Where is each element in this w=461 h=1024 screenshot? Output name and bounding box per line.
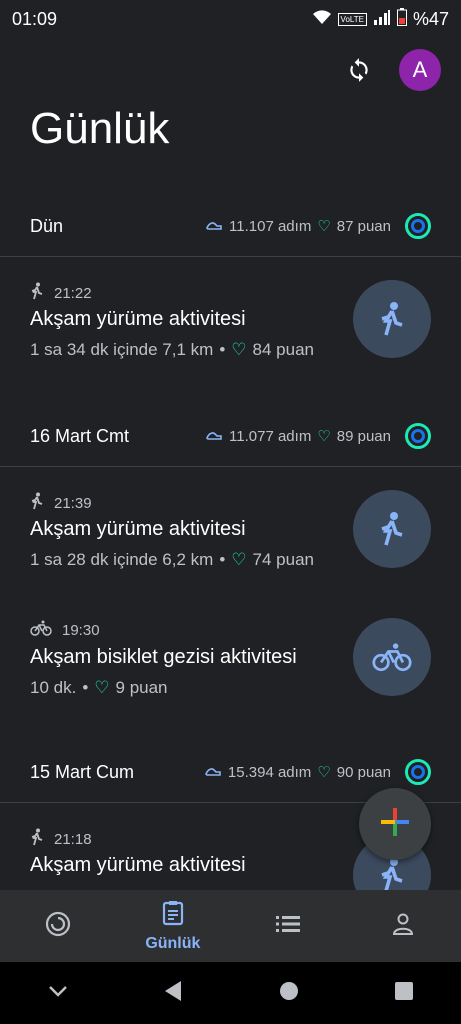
heart-points-icon: ♡ [94,678,110,697]
points-count: 90 puan [336,763,391,781]
goal-ring-icon [405,213,431,239]
recents-icon[interactable] [394,981,414,1006]
activity-points: 9 puan [115,678,168,697]
top-bar: A [337,48,441,92]
bike-icon [30,620,52,640]
walk-activity-icon [353,280,431,358]
heart-points-icon: ♡ [231,550,247,569]
chevron-down-icon[interactable] [47,984,69,1003]
bottom-navigation: Günlük [0,890,461,962]
activity-card[interactable]: 21:39 Akşam yürüme aktivitesi 1 sa 28 dk… [0,490,461,610]
separator-dot: • [219,340,226,359]
nav-journal[interactable]: Günlük [115,890,230,962]
divider [0,256,461,257]
day-header[interactable]: Dün 11.107 adım ♡ 87 puan [0,196,461,256]
activity-time: 21:18 [54,830,92,848]
status-bar: 01:09 VoLTE %47 [0,0,461,38]
battery-icon [396,8,407,31]
activity-time: 21:22 [54,284,92,302]
activity-summary: 1 sa 28 dk içinde 6,2 km [30,550,214,569]
separator-dot: • [82,678,89,697]
system-navigation [0,962,461,1024]
activity-points: 84 puan [252,340,314,359]
wifi-icon [312,9,332,30]
sync-icon[interactable] [337,48,381,92]
divider [0,466,461,467]
day-label: 16 Mart Cmt [30,425,130,446]
page-title: Günlük [30,104,170,153]
day-label: 15 Mart Cum [30,761,135,782]
activity-card[interactable]: 21:22 Akşam yürüme aktivitesi 1 sa 34 dk… [0,280,461,400]
heart-points-icon: ♡ [317,428,331,445]
walk-icon [30,828,44,850]
back-icon[interactable] [163,980,183,1007]
day-label: Dün [30,215,64,236]
steps-count: 11.107 adım [229,217,312,235]
battery-percent: %47 [412,9,449,29]
heart-points-icon: ♡ [317,218,331,235]
avatar[interactable]: A [399,49,441,91]
network-label: VoLTE [337,13,367,26]
heart-points-icon: ♡ [317,764,331,781]
activity-title: Akşam yürüme aktivitesi [30,854,246,876]
activity-title: Akşam yürüme aktivitesi [30,308,246,330]
activity-summary: 1 sa 34 dk içinde 7,1 km [30,340,214,359]
walk-icon [30,282,44,304]
goal-ring-icon [405,759,431,785]
activity-time: 21:39 [54,494,92,512]
steps-count: 15.394 adım [227,763,312,781]
steps-icon [205,426,223,446]
add-activity-button[interactable] [359,788,431,860]
separator-dot: • [219,550,226,569]
profile-icon [391,912,415,941]
nav-profile[interactable] [346,890,461,962]
activity-summary: 10 dk. [30,678,77,697]
steps-icon [205,216,223,236]
home-ring-icon [45,911,71,942]
points-count: 89 puan [336,427,391,445]
steps-count: 11.077 adım [229,427,312,445]
nav-browse[interactable] [231,890,346,962]
activity-time: 19:30 [62,621,100,639]
heart-points-icon: ♡ [231,340,247,359]
points-count: 87 puan [336,217,391,235]
list-icon [275,914,301,939]
plus-icon [379,806,411,843]
walk-activity-icon [353,490,431,568]
activity-points: 74 puan [252,550,314,569]
bike-activity-icon [353,618,431,696]
nav-home[interactable] [0,890,115,962]
steps-icon [204,762,222,782]
activity-card[interactable]: 19:30 Akşam bisiklet gezisi aktivitesi 1… [0,618,461,738]
nav-journal-label: Günlük [145,934,201,952]
activity-title: Akşam bisiklet gezisi aktivitesi [30,646,297,668]
status-time: 01:09 [12,9,58,29]
walk-icon [30,492,44,514]
journal-icon [161,900,185,931]
signal-icon [373,9,391,30]
day-header[interactable]: 16 Mart Cmt 11.077 adım ♡ 89 puan [0,406,461,466]
home-icon[interactable] [278,980,300,1007]
activity-title: Akşam yürüme aktivitesi [30,518,246,540]
goal-ring-icon [405,423,431,449]
